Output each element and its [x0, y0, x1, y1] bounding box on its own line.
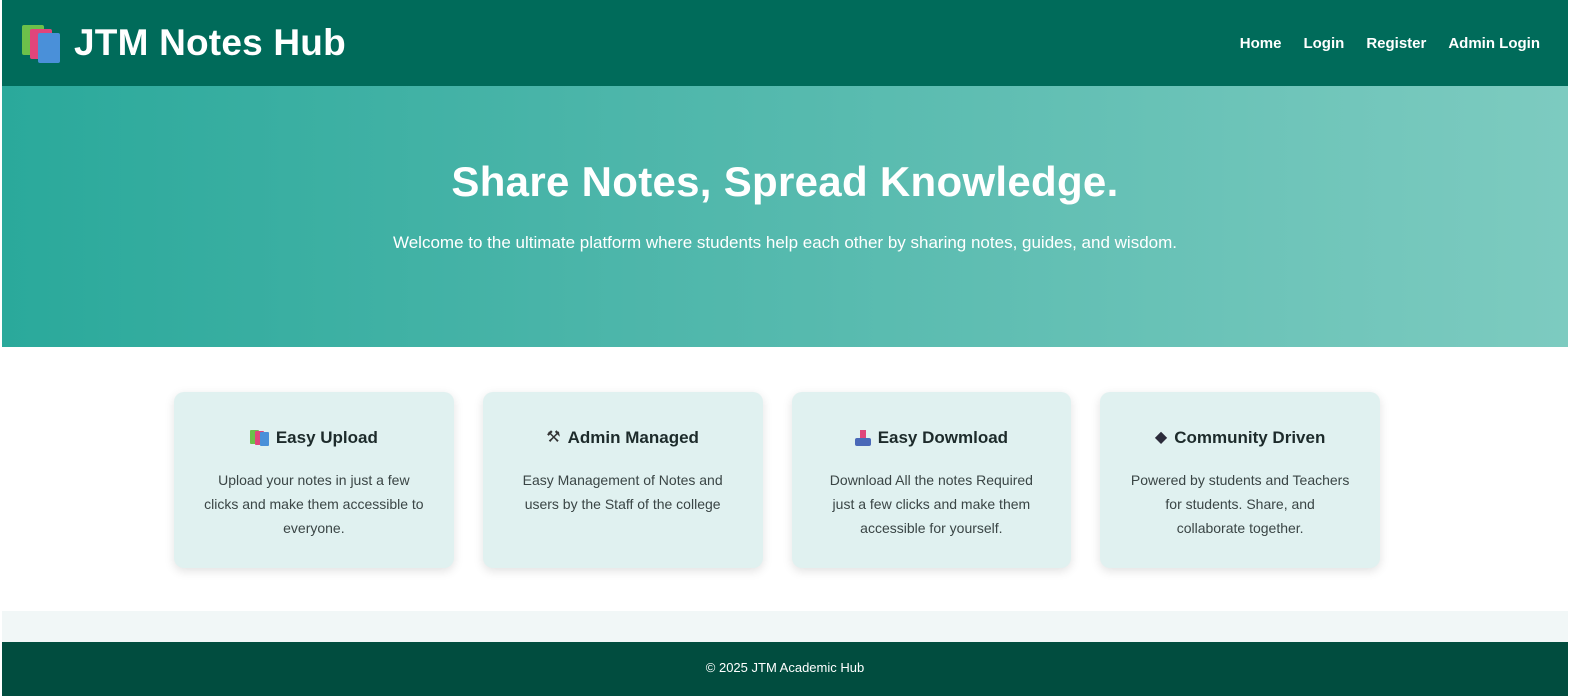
- books-icon: [249, 430, 269, 446]
- nav-login-link[interactable]: Login: [1303, 35, 1344, 52]
- hero-subtitle: Welcome to the ultimate platform where s…: [392, 233, 1177, 252]
- feature-card-easy-download: Easy Dowmload Download All the notes Req…: [791, 392, 1072, 568]
- nav-register-link[interactable]: Register: [1366, 35, 1426, 52]
- copyright-text: © 2025 JTM Academic Hub: [705, 660, 865, 675]
- feature-title: Community Driven: [1174, 428, 1326, 447]
- feature-title: Easy Dowmload: [877, 428, 1009, 447]
- page: JTM Notes Hub Home Login Register Admin …: [0, 0, 1580, 696]
- top-navbar: JTM Notes Hub Home Login Register Admin …: [2, 0, 1568, 86]
- pre-footer-strip: [2, 611, 1568, 642]
- feature-card-admin-managed: ⚒ Admin Managed Easy Management of Notes…: [482, 392, 763, 568]
- feature-description: Powered by students and Teachers for stu…: [1130, 472, 1350, 536]
- feature-description: Easy Management of Notes and users by th…: [522, 472, 723, 512]
- feature-description: Download All the notes Required just a f…: [829, 472, 1033, 536]
- feature-title: Easy Upload: [275, 428, 378, 447]
- feature-card-community-driven: ◆ Community Driven Powered by students a…: [1100, 392, 1380, 568]
- hero-heading: Share Notes, Spread Knowledge.: [451, 158, 1119, 205]
- site-footer: © 2025 JTM Academic Hub: [2, 642, 1568, 696]
- books-icon: [20, 25, 60, 63]
- feature-card-easy-upload: Easy Upload Upload your notes in just a …: [174, 392, 454, 568]
- main-nav: Home Login Register Admin Login: [1218, 35, 1540, 52]
- feature-title: Admin Managed: [567, 428, 699, 447]
- feature-description: Upload your notes in just a few clicks a…: [204, 472, 424, 536]
- nav-admin-login-link[interactable]: Admin Login: [1448, 35, 1540, 52]
- nav-home-link[interactable]: Home: [1240, 35, 1282, 52]
- hero-banner: Share Notes, Spread Knowledge. Welcome t…: [2, 86, 1568, 347]
- brand[interactable]: JTM Notes Hub: [20, 22, 346, 64]
- site-title: JTM Notes Hub: [74, 22, 346, 63]
- graduation-cap-icon: ◆: [1154, 429, 1168, 446]
- inbox-tray-icon: [854, 430, 871, 446]
- tools-icon: ⚒: [546, 429, 561, 446]
- features-section: Easy Upload Upload your notes in just a …: [174, 392, 1380, 568]
